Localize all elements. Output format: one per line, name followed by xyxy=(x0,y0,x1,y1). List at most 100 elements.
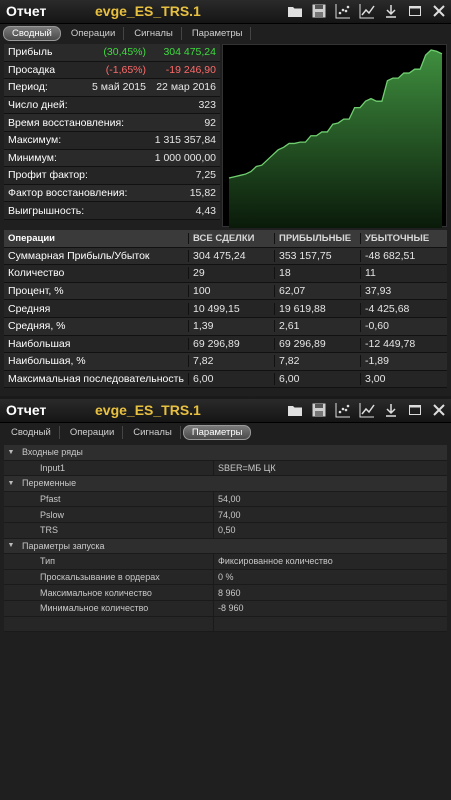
summary-value-1: (-1,65%) xyxy=(105,63,146,76)
operations-row: Средняя 10 499,15 19 619,88 -4 425,68 xyxy=(4,300,447,318)
operations-cell: -0,60 xyxy=(360,320,447,333)
collapse-arrow-icon[interactable]: ▼ xyxy=(4,542,18,549)
param-value[interactable]: 54,00 xyxy=(214,494,241,504)
operations-cell: Количество xyxy=(8,267,65,280)
param-value[interactable]: 0 % xyxy=(214,572,234,582)
tab-bar: Сводный Операции Сигналы Параметры xyxy=(0,423,451,441)
operations-row: Процент, % 100 62,07 37,93 xyxy=(4,282,447,301)
operations-cell: 3,00 xyxy=(360,373,447,386)
maximize-icon[interactable] xyxy=(407,3,423,19)
param-value[interactable]: 8 960 xyxy=(214,588,241,598)
folder-icon[interactable] xyxy=(287,402,303,418)
operations-header-cell: Операции xyxy=(8,232,56,244)
summary-label: Максимум: xyxy=(8,134,62,147)
save-icon[interactable] xyxy=(311,3,327,19)
operations-cell: 10 499,15 xyxy=(188,302,274,315)
parameters-grid: ▼ Входные ряды Input1 SBER=МБ ЦК ▼ Переменные… xyxy=(4,445,447,633)
summary-row: Прибыль (30,45%) 304 475,24 xyxy=(4,44,220,62)
close-icon[interactable] xyxy=(431,3,447,19)
scatter-chart-icon[interactable] xyxy=(335,402,351,418)
param-group-row[interactable]: ▼ Входные ряды xyxy=(4,445,447,461)
summary-row: Профит фактор: 7,25 xyxy=(4,167,220,185)
param-row[interactable]: Input1 SBER=МБ ЦК xyxy=(4,460,447,477)
operations-cell: 2,61 xyxy=(274,320,360,333)
report-panel-parameters: Отчет evge_ES_TRS.1 Сводный Операции Сиг… xyxy=(0,399,451,800)
param-name-empty xyxy=(4,616,214,632)
summary-value-1: 5 май 2015 xyxy=(92,81,146,94)
title-bar: Отчет evge_ES_TRS.1 xyxy=(0,399,451,423)
summary-value: 4,43 xyxy=(195,204,216,217)
summary-row: Минимум: 1 000 000,00 xyxy=(4,149,220,168)
param-row[interactable]: Максимальное количество 8 960 xyxy=(4,585,447,601)
param-name: TRS xyxy=(4,522,214,538)
operations-cell: 37,93 xyxy=(360,285,447,298)
param-row[interactable]: Минимальное количество -8 960 xyxy=(4,600,447,617)
tab-operations[interactable]: Операции xyxy=(62,425,124,439)
tab-operations[interactable]: Операции xyxy=(63,26,125,40)
tab-signals[interactable]: Сигналы xyxy=(126,26,182,40)
param-name: Pfast xyxy=(4,491,214,507)
operations-cell: Средняя, % xyxy=(8,320,66,333)
summary-label: Фактор восстановления: xyxy=(8,187,128,200)
summary-label: Профит фактор: xyxy=(8,169,88,182)
param-value[interactable]: SBER=МБ ЦК xyxy=(214,463,276,473)
param-group-row[interactable]: ▼ Переменные xyxy=(4,476,447,492)
operations-row: Средняя, % 1,39 2,61 -0,60 xyxy=(4,317,447,336)
param-group-label: Параметры запуска xyxy=(22,540,105,551)
summary-value-2: -19 246,90 xyxy=(165,63,216,76)
tab-signals[interactable]: Сигналы xyxy=(125,425,181,439)
param-group-row[interactable]: ▼ Параметры запуска xyxy=(4,538,447,555)
param-value[interactable]: 0,50 xyxy=(214,525,236,535)
operations-cell: 6,00 xyxy=(188,373,274,386)
operations-cell: 11 xyxy=(360,267,447,280)
line-chart-icon[interactable] xyxy=(359,3,375,19)
operations-cell: -12 449,78 xyxy=(360,337,447,350)
equity-area xyxy=(229,50,442,228)
collapse-arrow-icon[interactable]: ▼ xyxy=(4,449,18,456)
download-icon[interactable] xyxy=(383,3,399,19)
tab-parameters[interactable]: Параметры xyxy=(182,424,252,440)
param-name: Минимальное количество xyxy=(4,600,214,616)
collapse-arrow-icon[interactable]: ▼ xyxy=(4,480,18,487)
operations-cell: 62,07 xyxy=(274,285,360,298)
param-row[interactable]: TRS 0,50 xyxy=(4,522,447,539)
operations-cell: Наибольшая xyxy=(8,337,71,350)
param-row[interactable]: Тип Фиксированное количество xyxy=(4,554,447,570)
summary-value: 1 315 357,84 xyxy=(154,134,216,147)
param-name: Проскальзывание в ордерах xyxy=(4,569,214,585)
operations-header-row: Операции ВСЕ СДЕЛКИ ПРИБЫЛЬНЫЕ УБЫТОЧНЫЕ xyxy=(4,230,447,248)
save-icon[interactable] xyxy=(311,402,327,418)
operations-row: Максимальная последовательность 6,00 6,00 3… xyxy=(4,370,447,389)
param-value[interactable]: -8 960 xyxy=(214,603,244,613)
operations-cell: 69 296,89 xyxy=(188,337,274,350)
tab-summary[interactable]: Сводный xyxy=(3,25,61,41)
operations-cell: 19 619,88 xyxy=(274,302,360,315)
param-row[interactable]: Pslow 74,00 xyxy=(4,507,447,523)
tab-parameters[interactable]: Параметры xyxy=(184,26,252,40)
equity-chart xyxy=(222,44,447,228)
summary-value-2: 304 475,24 xyxy=(163,46,216,59)
strategy-name: evge_ES_TRS.1 xyxy=(95,402,201,418)
param-value[interactable]: 74,00 xyxy=(214,510,241,520)
scatter-chart-icon[interactable] xyxy=(335,3,351,19)
folder-icon[interactable] xyxy=(287,3,303,19)
close-icon[interactable] xyxy=(431,402,447,418)
strategy-name: evge_ES_TRS.1 xyxy=(95,3,201,19)
operations-cell: 353 157,75 xyxy=(274,249,360,262)
param-group-label: Входные ряды xyxy=(22,447,83,458)
report-title: Отчет xyxy=(6,402,47,418)
operations-row: Наибольшая, % 7,82 7,82 -1,89 xyxy=(4,353,447,371)
tab-summary[interactable]: Сводный xyxy=(3,425,60,439)
param-row[interactable]: Проскальзывание в ордерах 0 % xyxy=(4,569,447,586)
download-icon[interactable] xyxy=(383,402,399,418)
param-name: Максимальное количество xyxy=(4,585,214,600)
operations-cell: Наибольшая, % xyxy=(8,355,86,368)
param-row[interactable]: Pfast 54,00 xyxy=(4,491,447,508)
param-value[interactable]: Фиксированное количество xyxy=(214,556,333,566)
operations-cell: 100 xyxy=(188,285,274,298)
maximize-icon[interactable] xyxy=(407,402,423,418)
tab-bar: Сводный Операции Сигналы Параметры xyxy=(0,24,451,42)
operations-cell: 7,82 xyxy=(188,355,274,368)
operations-cell: 1,39 xyxy=(188,320,274,333)
line-chart-icon[interactable] xyxy=(359,402,375,418)
